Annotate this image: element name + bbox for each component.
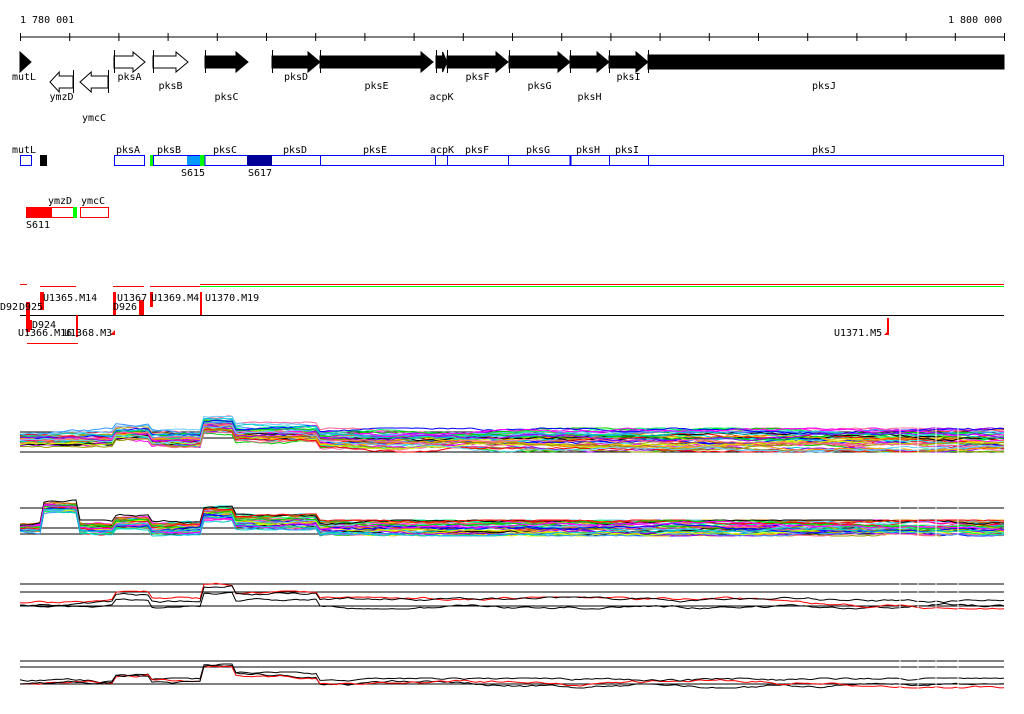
unit-label: pksB bbox=[157, 145, 181, 156]
gene-label: mutL bbox=[12, 72, 36, 83]
gene-label: pksA bbox=[118, 72, 142, 83]
gene-label: pksE bbox=[365, 81, 389, 92]
gene-arrow-icon[interactable] bbox=[508, 50, 571, 74]
gene-pksE[interactable]: pksE bbox=[319, 50, 434, 92]
profile-line bbox=[20, 582, 1005, 610]
site-label: S615 bbox=[181, 168, 205, 179]
unit-pks-operon[interactable] bbox=[153, 155, 1004, 166]
gene-arrow-icon[interactable] bbox=[647, 54, 1005, 70]
genome-browser: 1 780 001 1 800 000 mutL ymzD ymcC pksA pksB… bbox=[0, 0, 1024, 714]
expression-panel bbox=[19, 580, 1005, 640]
site-green[interactable] bbox=[200, 155, 205, 166]
gene-pksJ[interactable]: pksJ bbox=[647, 50, 1005, 92]
gene-arrow-icon[interactable] bbox=[79, 70, 109, 94]
unit-pksA[interactable] bbox=[114, 155, 145, 166]
gene-arrow-icon[interactable] bbox=[435, 51, 448, 73]
expression-tracks bbox=[19, 405, 1005, 714]
gene-pksA[interactable]: pksA bbox=[113, 50, 146, 83]
site-label: S617 bbox=[248, 168, 272, 179]
site-green[interactable] bbox=[73, 207, 77, 218]
gene-arrow-icon[interactable] bbox=[446, 50, 509, 74]
segment-label: U1365.M14 bbox=[43, 293, 97, 304]
segments-track: U1365.M14 U1367 U1369.M4 U1370.M19 D925 … bbox=[0, 284, 1004, 344]
gene-pksH[interactable]: pksH bbox=[569, 50, 610, 103]
gene-label: pksJ bbox=[812, 81, 836, 92]
site-S615[interactable] bbox=[187, 156, 200, 165]
segment-label: U1368.M3 bbox=[64, 328, 112, 339]
segment-label: U1370.M19 bbox=[205, 293, 259, 304]
gene-arrow-icon[interactable] bbox=[569, 50, 610, 74]
unit-label: pksG bbox=[526, 145, 550, 156]
gene-track: mutL ymzD ymcC pksA pksB pksC pksD pksE acpK pksF… bbox=[12, 50, 1005, 124]
unit-label: pksI bbox=[615, 145, 639, 156]
unit-label: pksA bbox=[116, 145, 140, 156]
unit-ymcC[interactable] bbox=[80, 207, 109, 218]
segment-label: U1369.M4 bbox=[151, 293, 199, 304]
unit-label: pksH bbox=[576, 145, 600, 156]
unit-label: pksD bbox=[283, 145, 307, 156]
gene-arrow-icon[interactable] bbox=[319, 50, 434, 74]
unit-label: ymcC bbox=[81, 196, 105, 207]
segment-label: D926 bbox=[113, 302, 137, 313]
site-label: S611 bbox=[26, 220, 50, 231]
site-green[interactable] bbox=[150, 155, 153, 166]
gene-label: pksG bbox=[528, 81, 552, 92]
ruler-end-label: 1 800 000 bbox=[948, 15, 1002, 26]
unit-label: pksJ bbox=[812, 145, 836, 156]
gene-pksI[interactable]: pksI bbox=[608, 50, 649, 83]
gene-pksC[interactable]: pksC bbox=[204, 50, 249, 103]
unit-label: acpK bbox=[430, 145, 454, 156]
gene-mutL[interactable]: mutL bbox=[12, 50, 36, 83]
site-S617[interactable] bbox=[247, 155, 272, 166]
expression-panel bbox=[19, 495, 1005, 555]
unit-mutL[interactable] bbox=[20, 155, 32, 166]
gene-label: ymcC bbox=[82, 113, 106, 124]
gene-label: ymzD bbox=[50, 92, 74, 103]
gene-label: pksH bbox=[578, 92, 602, 103]
gene-arrow-icon[interactable] bbox=[19, 50, 32, 74]
reverse-units-track: ymzD ymcC S611 bbox=[26, 196, 109, 231]
profile-line bbox=[19, 585, 1005, 608]
gene-ymzD[interactable]: ymzD bbox=[49, 70, 74, 103]
gene-pksD[interactable]: pksD bbox=[271, 50, 321, 83]
unit-label: mutL bbox=[12, 145, 36, 156]
gene-label: pksI bbox=[617, 72, 641, 83]
unit-label: pksE bbox=[363, 145, 387, 156]
unit-ymzD[interactable] bbox=[51, 207, 74, 218]
gene-label: acpK bbox=[430, 92, 454, 103]
forward-units-track: mutL pksA pksB pksC pksD pksE acpK pksF … bbox=[12, 145, 1004, 179]
segment-label: U1371.M5 bbox=[834, 328, 882, 339]
genome-view: 1 780 001 1 800 000 mutL ymzD ymcC pksA pksB… bbox=[0, 15, 1005, 714]
gene-arrow-icon[interactable] bbox=[49, 70, 74, 94]
profile-line bbox=[19, 664, 1005, 689]
segment-label: D92 bbox=[0, 302, 18, 313]
ruler-start-label: 1 780 001 bbox=[20, 15, 74, 26]
gene-label: pksB bbox=[159, 81, 183, 92]
gene-arrow-icon[interactable] bbox=[113, 50, 146, 74]
gene-pksF[interactable]: pksF bbox=[446, 50, 509, 83]
segment-label: D925 bbox=[19, 302, 43, 313]
gene-arrow-icon[interactable] bbox=[152, 50, 189, 74]
gene-label: pksD bbox=[284, 72, 308, 83]
gene-arrow-icon[interactable] bbox=[271, 50, 321, 74]
gene-pksG[interactable]: pksG bbox=[508, 50, 571, 92]
unit-label: pksC bbox=[213, 145, 237, 156]
gene-arrow-icon[interactable] bbox=[608, 50, 649, 74]
expression-panel bbox=[19, 658, 1005, 714]
gene-ymcC[interactable]: ymcC bbox=[79, 70, 109, 124]
expression-panel bbox=[19, 405, 1005, 465]
gene-arrow-icon[interactable] bbox=[204, 50, 249, 74]
gene-label: pksF bbox=[466, 72, 490, 83]
site-S611[interactable] bbox=[26, 207, 51, 218]
ruler-ticks bbox=[20, 33, 1005, 41]
unit-black[interactable] bbox=[40, 155, 47, 166]
gene-label: pksC bbox=[215, 92, 239, 103]
unit-label: pksF bbox=[465, 145, 489, 156]
gene-pksB[interactable]: pksB bbox=[152, 50, 189, 92]
unit-label: ymzD bbox=[48, 196, 72, 207]
